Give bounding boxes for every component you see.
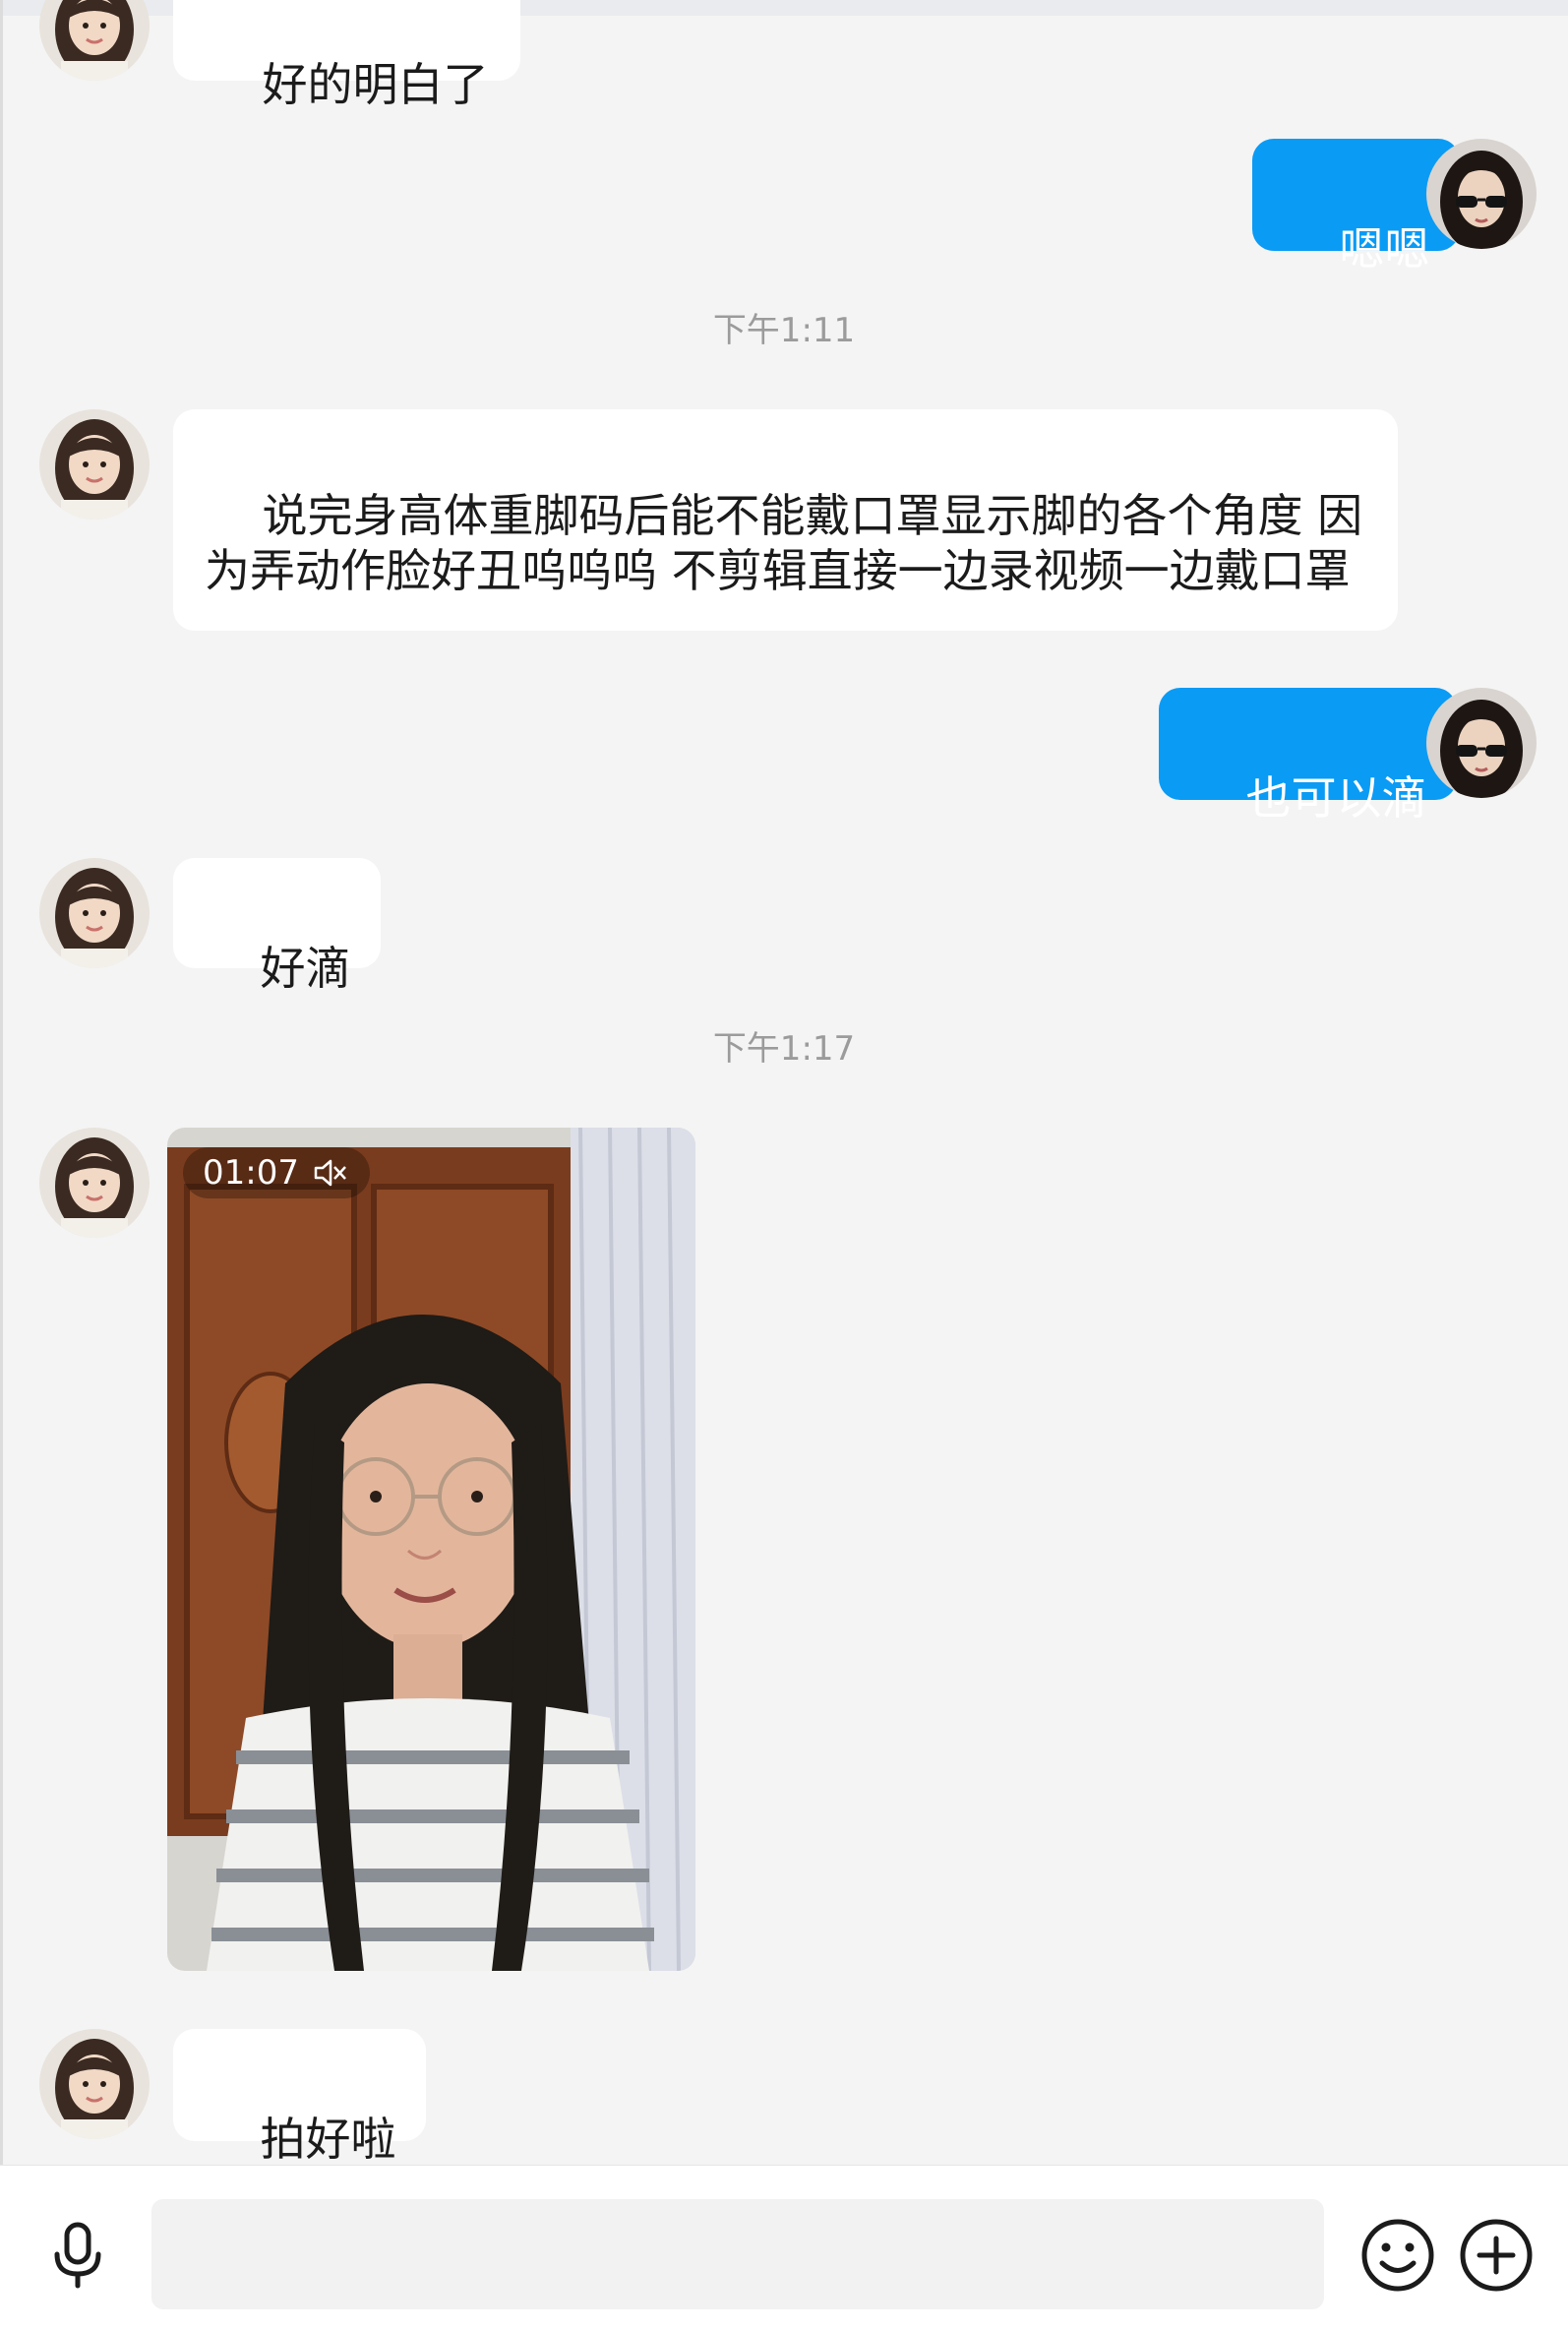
message-text: 说完身高体重脚码后能不能戴口罩显示脚的各个角度 因为弄动作脸好丑呜呜呜 不剪辑直… (205, 489, 1363, 597)
microphone-icon (54, 2222, 101, 2289)
message-input[interactable] (151, 2199, 1324, 2309)
user-avatar[interactable] (1426, 139, 1537, 249)
message-text: 好滴 (260, 942, 351, 995)
user-avatar-image (1426, 688, 1537, 798)
message-bubble[interactable]: 拍好啦 (173, 2029, 426, 2165)
message-bubble[interactable]: 说完身高体重脚码后能不能戴口罩显示脚的各个角度 因为弄动作脸好丑呜呜呜 不剪辑直… (173, 409, 1398, 631)
timestamp: 下午1:17 (712, 1029, 856, 1069)
contact-avatar-image (39, 2029, 150, 2139)
message-text: 嗯嗯 (1339, 222, 1430, 276)
message-bubble[interactable]: 也可以滴 (1159, 688, 1457, 825)
voice-button[interactable] (37, 2215, 118, 2296)
muted-speaker-icon[interactable] (313, 1157, 348, 1189)
user-avatar[interactable] (1426, 688, 1537, 798)
contact-avatar-image (39, 409, 150, 520)
video-duration: 01:07 (203, 1153, 299, 1193)
add-button[interactable] (1456, 2215, 1537, 2296)
contact-avatar-image (39, 858, 150, 968)
contact-avatar[interactable] (39, 409, 150, 520)
message-text: 也可以滴 (1245, 771, 1427, 825)
contact-avatar[interactable] (39, 1128, 150, 1238)
contact-avatar[interactable] (39, 858, 150, 968)
timestamp: 下午1:11 (712, 311, 856, 350)
contact-avatar-image (39, 0, 150, 81)
video-duration-badge: 01:07 (183, 1147, 370, 1198)
emoji-button[interactable] (1357, 2215, 1438, 2296)
input-bar (0, 2165, 1568, 2330)
message-text: 好的明白了 (262, 58, 489, 111)
add-icon (1460, 2219, 1533, 2292)
emoji-icon (1361, 2219, 1434, 2292)
video-thumbnail (167, 1128, 695, 1971)
contact-avatar[interactable] (39, 2029, 150, 2139)
contact-avatar-image (39, 1128, 150, 1238)
contact-avatar[interactable] (39, 0, 150, 81)
message-bubble[interactable]: 好滴 (173, 858, 381, 995)
chat-scroll-area[interactable]: 好的明白了 嗯嗯 下午1:11 说完身高体重脚码后能不能戴口罩显示脚的各个角度 … (0, 0, 1568, 2165)
video-message[interactable]: 01:07 (167, 1128, 695, 1971)
message-bubble[interactable]: 好的明白了 (173, 0, 520, 111)
message-text: 拍好啦 (260, 2113, 396, 2165)
user-avatar-image (1426, 139, 1537, 249)
